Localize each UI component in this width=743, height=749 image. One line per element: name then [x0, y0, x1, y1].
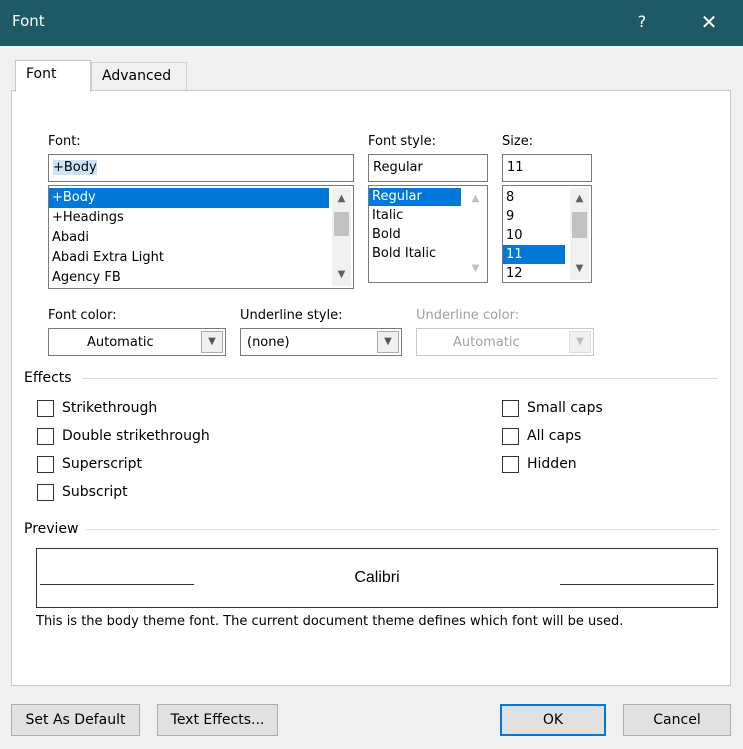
- checkbox-box[interactable]: [37, 456, 54, 473]
- font-style-list[interactable]: Regular Italic Bold Bold Italic ▲ ▼: [368, 185, 488, 283]
- subscript-label: Subscript: [62, 484, 128, 500]
- font-list-item-headings[interactable]: +Headings: [49, 208, 353, 228]
- font-color-label: Font color:: [48, 308, 117, 323]
- scroll-down-icon: ▼: [471, 263, 480, 274]
- checkbox-box[interactable]: [37, 428, 54, 445]
- scroll-down-icon[interactable]: ▼: [332, 266, 351, 284]
- scroll-up-icon: ▲: [471, 193, 480, 204]
- ok-button[interactable]: OK: [500, 704, 606, 736]
- font-label: Font:: [48, 134, 81, 149]
- font-list-item-body[interactable]: +Body: [49, 188, 329, 208]
- strikethrough-label: Strikethrough: [62, 400, 158, 416]
- underline-style-select[interactable]: (none) ▼: [240, 328, 402, 356]
- checkbox-box[interactable]: [502, 456, 519, 473]
- font-color-select[interactable]: Automatic ▼: [48, 328, 226, 356]
- scroll-down-icon[interactable]: ▼: [570, 260, 589, 278]
- preview-description: This is the body theme font. The current…: [36, 614, 624, 629]
- checkbox-box[interactable]: [37, 484, 54, 501]
- size-list-scrollbar[interactable]: ▲ ▼: [570, 188, 589, 280]
- font-style-input[interactable]: Regular: [368, 154, 488, 182]
- font-style-scrollbar: ▲ ▼: [466, 188, 485, 280]
- window-title: Font: [12, 12, 45, 30]
- font-list-item-abadi-extra-light[interactable]: Abadi Extra Light: [49, 248, 353, 268]
- underline-color-value: Automatic: [453, 335, 520, 350]
- underline-style-label: Underline style:: [240, 308, 343, 323]
- effects-group-label: Effects: [24, 370, 72, 386]
- close-icon[interactable]: ✕: [686, 0, 732, 46]
- size-label: Size:: [502, 134, 534, 149]
- help-icon[interactable]: ?: [622, 0, 662, 46]
- tab-font-label: Font: [26, 66, 57, 82]
- font-list[interactable]: +Body +Headings Abadi Abadi Extra Light …: [48, 185, 354, 289]
- font-list-item-agency-fb[interactable]: Agency FB: [49, 268, 353, 288]
- tab-advanced-label: Advanced: [102, 68, 172, 84]
- text-effects-button[interactable]: Text Effects...: [157, 704, 278, 736]
- underline-color-select: Automatic ▼: [416, 328, 594, 356]
- preview-divider: [86, 529, 718, 530]
- tab-advanced[interactable]: Advanced: [91, 62, 187, 92]
- double-strikethrough-label: Double strikethrough: [62, 428, 210, 444]
- font-input[interactable]: +Body: [48, 154, 354, 182]
- small-caps-label: Small caps: [527, 400, 603, 416]
- font-list-scrollbar[interactable]: ▲ ▼: [332, 188, 351, 286]
- checkbox-box[interactable]: [37, 400, 54, 417]
- preview-group-label: Preview: [24, 521, 79, 537]
- font-color-value: Automatic: [87, 335, 154, 350]
- effects-divider: [82, 378, 718, 379]
- preview-rule-right: [560, 584, 714, 585]
- font-style-input-value: Regular: [373, 160, 423, 175]
- set-as-default-button[interactable]: Set As Default: [11, 704, 140, 736]
- scroll-thumb[interactable]: [334, 212, 349, 236]
- font-input-value: +Body: [53, 160, 97, 175]
- underline-color-label: Underline color:: [416, 308, 520, 323]
- font-style-item-regular[interactable]: Regular: [369, 188, 461, 206]
- chevron-down-icon[interactable]: ▼: [377, 331, 399, 353]
- all-caps-label: All caps: [527, 428, 582, 444]
- cancel-button[interactable]: Cancel: [623, 704, 731, 736]
- hidden-label: Hidden: [527, 456, 577, 472]
- scroll-up-icon[interactable]: ▲: [332, 190, 351, 208]
- tab-font[interactable]: Font: [15, 60, 91, 92]
- scroll-thumb[interactable]: [572, 212, 587, 238]
- font-style-label: Font style:: [368, 134, 436, 149]
- title-bar: Font ? ✕: [0, 0, 743, 46]
- font-list-item-abadi[interactable]: Abadi: [49, 228, 353, 248]
- preview-box: Calibri: [36, 548, 718, 608]
- underline-style-value: (none): [247, 335, 290, 350]
- chevron-down-icon[interactable]: ▼: [201, 331, 223, 353]
- size-list[interactable]: 8 9 10 11 12 ▲ ▼: [502, 185, 592, 283]
- size-input-value: 11: [507, 160, 524, 175]
- chevron-down-icon: ▼: [569, 331, 591, 353]
- scroll-up-icon[interactable]: ▲: [570, 190, 589, 208]
- size-item-11[interactable]: 11: [503, 245, 565, 264]
- superscript-label: Superscript: [62, 456, 143, 472]
- size-input[interactable]: 11: [502, 154, 592, 182]
- checkbox-box[interactable]: [502, 428, 519, 445]
- checkbox-box[interactable]: [502, 400, 519, 417]
